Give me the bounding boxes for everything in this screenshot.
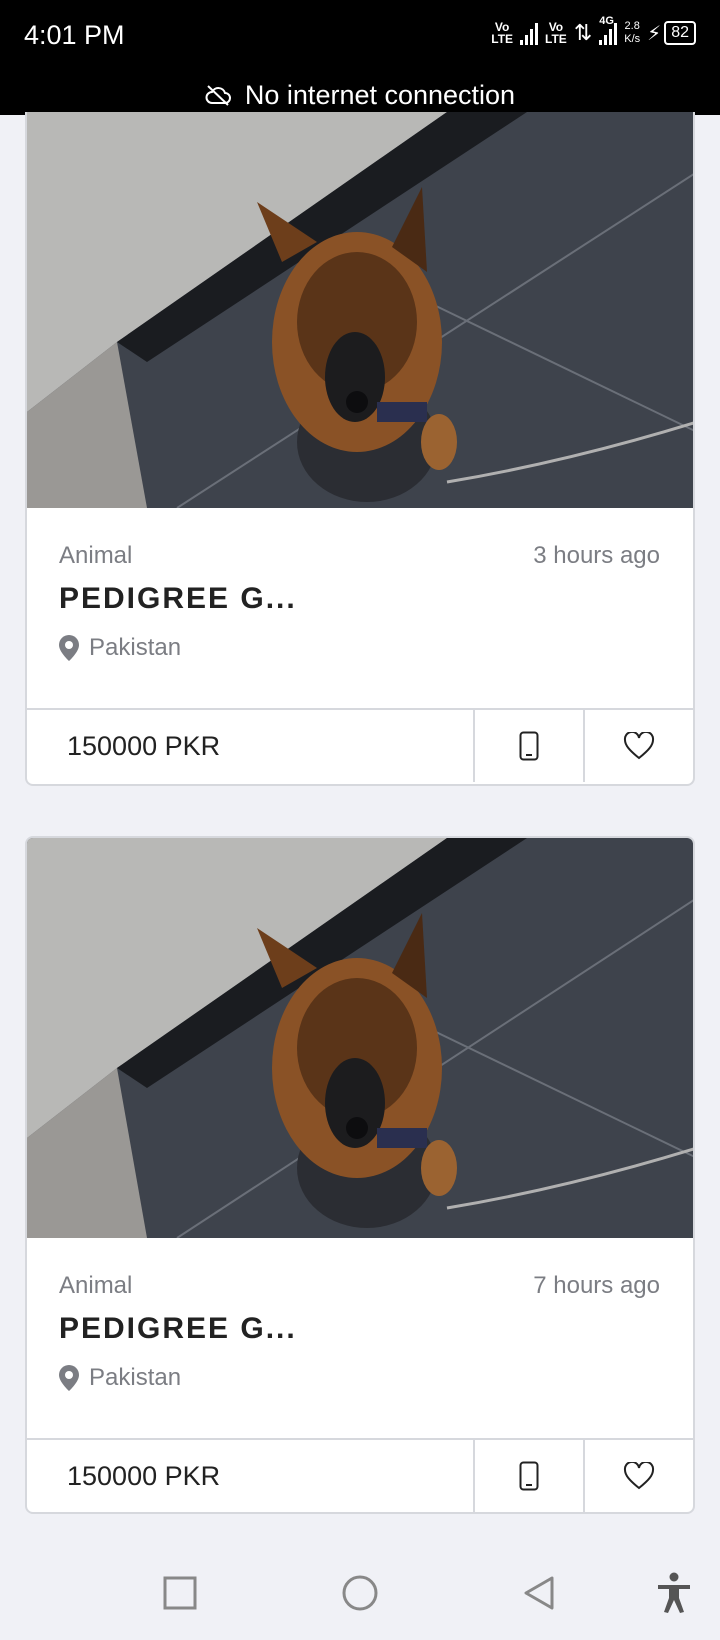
- accessibility-button[interactable]: [655, 1572, 693, 1614]
- data-transfer-icon: ⇅: [573, 20, 593, 45]
- listing-actions: 150000 PKR: [27, 708, 693, 782]
- listing-actions: 150000 PKR: [27, 1438, 693, 1512]
- favorite-button[interactable]: [583, 710, 693, 782]
- listing-category: Animal: [59, 1272, 133, 1299]
- home-button[interactable]: [341, 1574, 379, 1612]
- signal-1-icon: [520, 21, 539, 45]
- volte-2-indicator: Vo LTE: [545, 20, 567, 46]
- listing-location: Pakistan: [59, 634, 660, 662]
- listing-price: 150000 PKR: [67, 730, 221, 761]
- volte-1-indicator: Vo LTE: [491, 20, 514, 46]
- back-button[interactable]: [522, 1575, 556, 1611]
- signal-2-icon: 4G: [599, 15, 618, 45]
- status-time: 4:01 PM: [24, 20, 125, 50]
- offline-text: No internet connection: [244, 79, 516, 110]
- status-bar: 4:01 PM Vo LTE Vo LTE ⇅ 4G 2.8 K/s ⚡ 82: [0, 0, 720, 75]
- heart-icon: [623, 1462, 655, 1490]
- listing-time: 7 hours ago: [533, 1272, 660, 1299]
- listing-price: 150000 PKR: [67, 1460, 221, 1491]
- listing-card[interactable]: Animal 3 hours ago PEDIGREE G... Pakista…: [25, 112, 695, 786]
- listing-location-text: Pakistan: [89, 634, 182, 661]
- phone-icon: [519, 1461, 539, 1491]
- recents-button[interactable]: [163, 1576, 197, 1610]
- listing-title[interactable]: PEDIGREE G...: [59, 1312, 660, 1346]
- cloud-off-icon: [205, 85, 231, 106]
- listing-card[interactable]: Animal 7 hours ago PEDIGREE G... Pakista…: [25, 836, 695, 1514]
- phone-icon: [519, 731, 539, 761]
- listing-time: 3 hours ago: [533, 542, 660, 569]
- listing-image[interactable]: [27, 112, 693, 508]
- listing-location-text: Pakistan: [89, 1364, 182, 1391]
- status-icons: Vo LTE Vo LTE ⇅ 4G 2.8 K/s ⚡ 82: [491, 15, 696, 46]
- listing-info: Animal 7 hours ago PEDIGREE G... Pakista…: [27, 1238, 693, 1438]
- system-nav-bar: [0, 1548, 720, 1640]
- call-button[interactable]: [473, 1440, 583, 1512]
- call-button[interactable]: [473, 710, 583, 782]
- network-speed: 2.8 K/s: [624, 20, 641, 45]
- heart-icon: [623, 732, 655, 760]
- location-pin-icon: [59, 635, 79, 661]
- listing-info: Animal 3 hours ago PEDIGREE G... Pakista…: [27, 508, 693, 708]
- favorite-button[interactable]: [583, 1440, 693, 1512]
- listing-image[interactable]: [27, 838, 693, 1238]
- location-pin-icon: [59, 1365, 79, 1391]
- listing-title[interactable]: PEDIGREE G...: [59, 582, 660, 616]
- listing-location: Pakistan: [59, 1364, 660, 1392]
- charging-icon: ⚡: [647, 22, 662, 45]
- offline-banner: No internet connection: [0, 75, 720, 115]
- battery-indicator: ⚡ 82: [647, 21, 696, 46]
- listing-category: Animal: [59, 542, 133, 569]
- battery-level: 82: [664, 21, 696, 45]
